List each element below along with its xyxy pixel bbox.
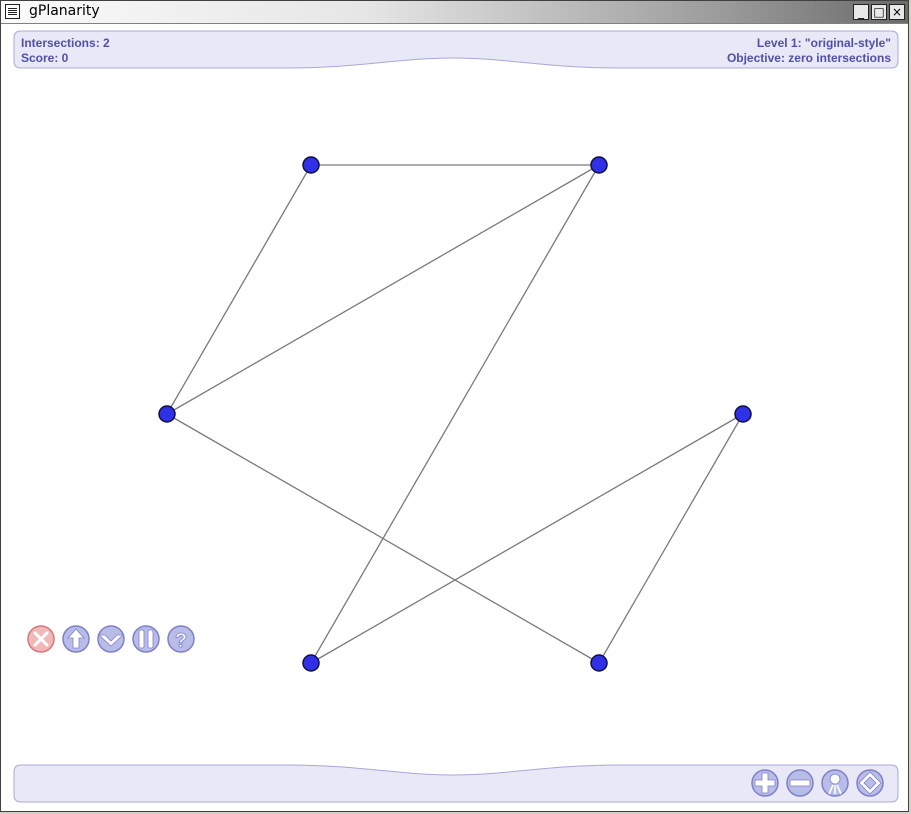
app-window: gPlanarity _ □ × Intersections: 2 Score:… xyxy=(0,0,909,812)
edge-v3-v6 xyxy=(166,413,600,664)
maximize-button[interactable]: □ xyxy=(871,4,887,20)
edge-v1-v3 xyxy=(166,164,312,415)
vertex-v6[interactable] xyxy=(590,654,608,672)
board-canvas[interactable]: Intersections: 2 Score: 0 Level 1: "orig… xyxy=(7,24,904,807)
game-board[interactable]: Intersections: 2 Score: 0 Level 1: "orig… xyxy=(7,24,904,807)
close-button[interactable]: × xyxy=(889,4,905,20)
fullscreen-button[interactable] xyxy=(856,769,884,797)
vertex-v5[interactable] xyxy=(302,654,320,672)
title-bar[interactable]: gPlanarity _ □ × xyxy=(1,1,908,24)
hide-lines-button[interactable] xyxy=(821,769,849,797)
edge-v4-v5 xyxy=(310,413,744,664)
minus-icon xyxy=(789,779,811,787)
graph-edges xyxy=(166,164,744,664)
edge-v4-v6 xyxy=(598,413,744,664)
score-label: Score: 0 xyxy=(21,51,69,65)
left-controls: ? xyxy=(27,625,195,653)
zoom-in-button[interactable] xyxy=(751,769,779,797)
expand-button[interactable] xyxy=(62,625,90,653)
edge-v2-v5 xyxy=(310,164,600,664)
edge-v2-v3 xyxy=(166,164,600,415)
intersections-label: Intersections: 2 xyxy=(21,36,110,50)
zoom-out-button[interactable] xyxy=(786,769,814,797)
objective-label: Objective: zero intersections xyxy=(727,51,891,65)
quit-button[interactable] xyxy=(27,625,55,653)
vertex-v2[interactable] xyxy=(590,156,608,174)
pause-button[interactable] xyxy=(132,625,160,653)
window-title: gPlanarity xyxy=(29,3,100,19)
vertex-v4[interactable] xyxy=(734,405,752,423)
level-label: Level 1: "original-style" xyxy=(757,36,891,50)
vertex-v1[interactable] xyxy=(302,156,320,174)
vertex-v3[interactable] xyxy=(158,405,176,423)
help-button[interactable]: ? xyxy=(167,625,195,653)
window-menu-icon[interactable] xyxy=(5,4,20,19)
reset-button[interactable] xyxy=(97,625,125,653)
question-icon: ? xyxy=(175,630,187,652)
minimize-button[interactable]: _ xyxy=(853,4,869,20)
